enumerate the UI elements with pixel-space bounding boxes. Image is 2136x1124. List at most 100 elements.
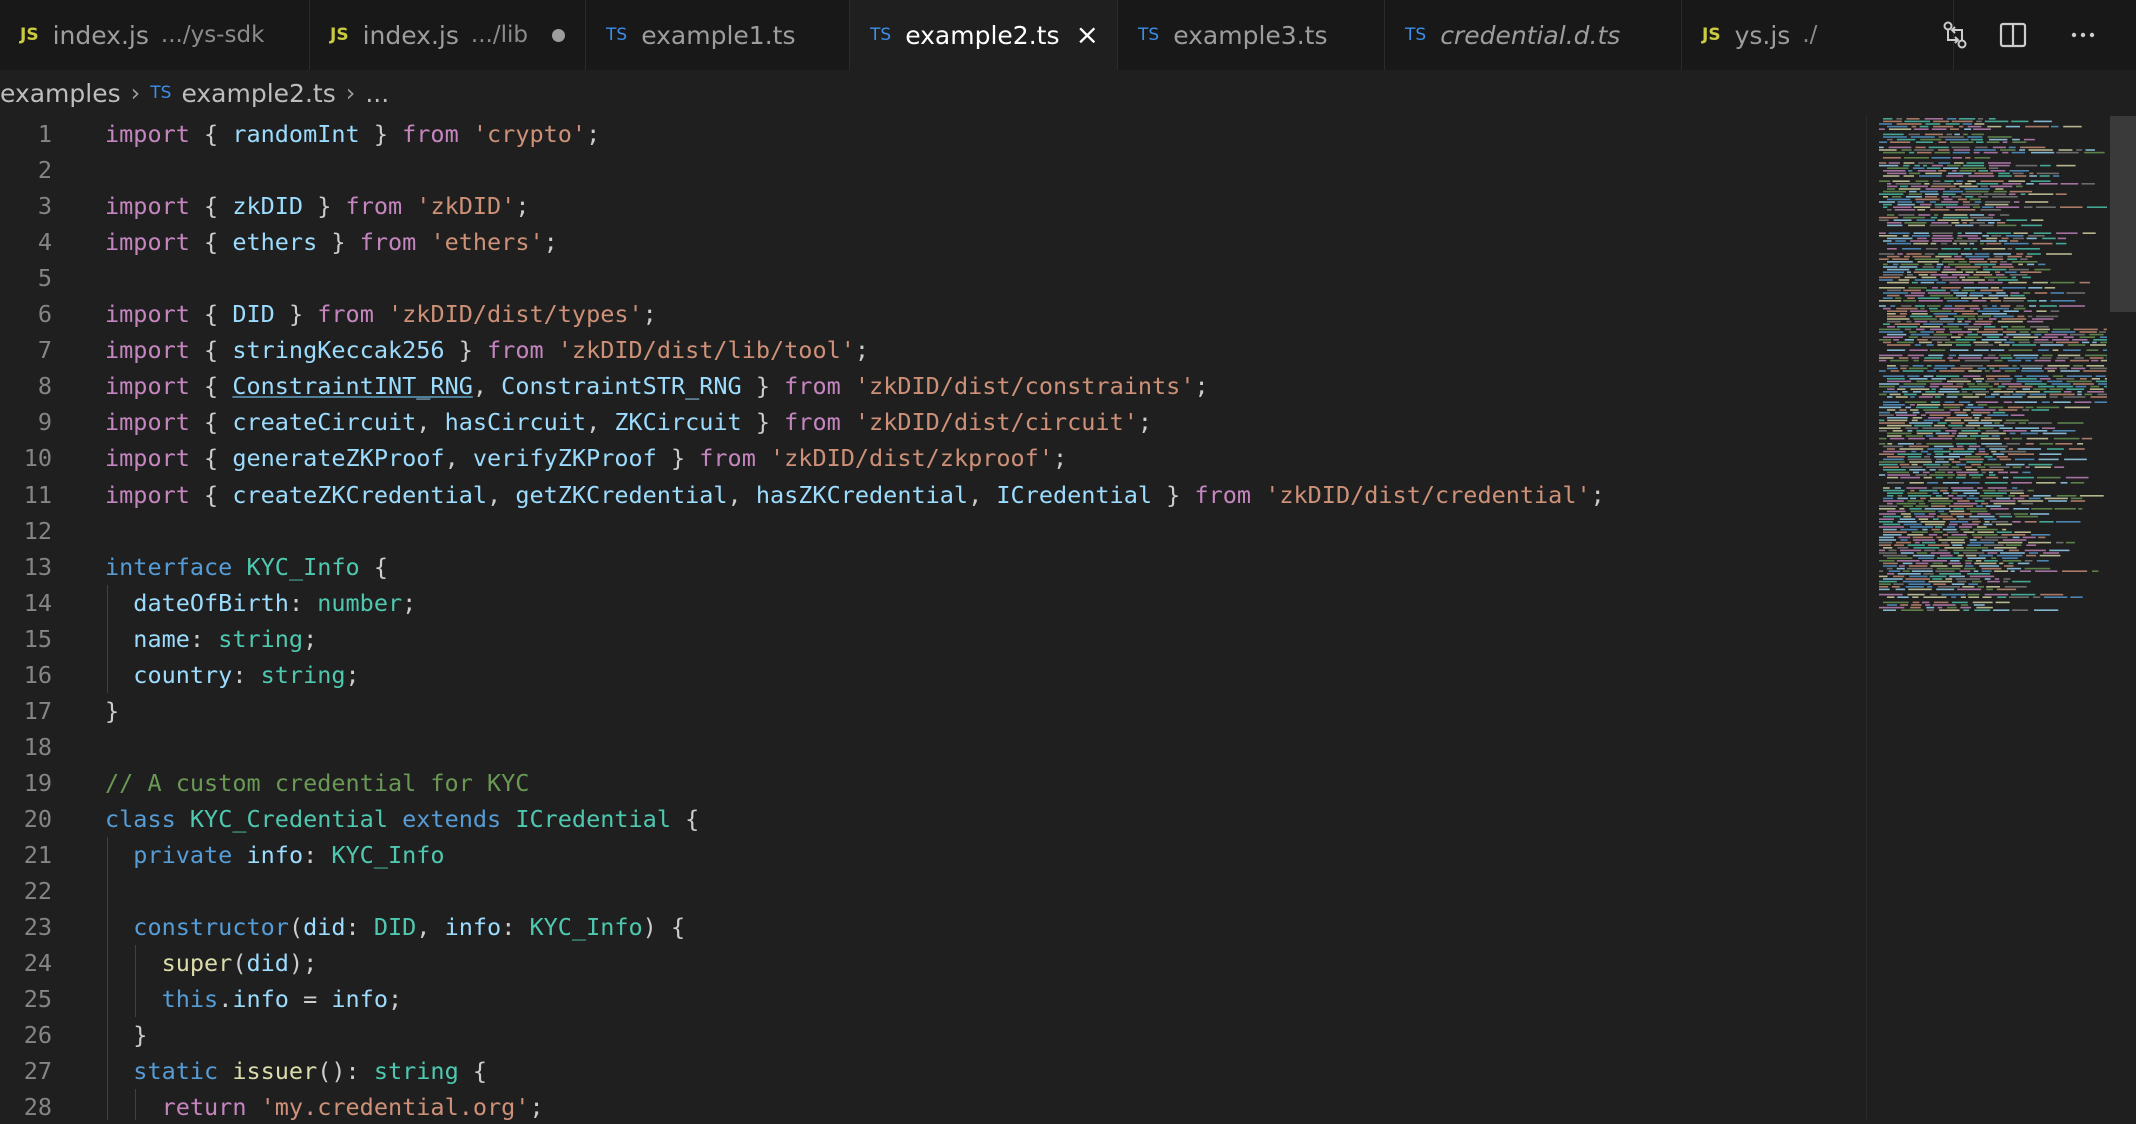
- code-line[interactable]: 2: [0, 152, 1866, 188]
- code-line[interactable]: 20class KYC_Credential extends ICredenti…: [0, 801, 1866, 837]
- code-line[interactable]: 21 private info: KYC_Info: [0, 837, 1866, 873]
- code-line[interactable]: 11import { createZKCredential, getZKCred…: [0, 477, 1866, 513]
- minimap-token: [1879, 128, 1885, 130]
- code-line[interactable]: 22: [0, 873, 1866, 909]
- code-line[interactable]: 17}: [0, 693, 1866, 729]
- minimap-token: [1963, 165, 1984, 167]
- code-text[interactable]: interface KYC_Info {: [105, 549, 388, 585]
- code-line[interactable]: 10import { generateZKProof, verifyZKProo…: [0, 440, 1866, 476]
- minimap-token: [2001, 326, 2008, 328]
- code-line[interactable]: 15 name: string;: [0, 621, 1866, 657]
- code-line[interactable]: 8import { ConstraintINT_RNG, ConstraintS…: [0, 368, 1866, 404]
- code-text[interactable]: super(did);: [105, 945, 317, 981]
- tab-ys-js[interactable]: JSys.js./: [1682, 0, 1954, 70]
- minimap-token: [1911, 136, 1935, 138]
- code-text[interactable]: }: [105, 693, 119, 729]
- code-line[interactable]: 18: [0, 729, 1866, 765]
- code-line[interactable]: 5: [0, 260, 1866, 296]
- code-line[interactable]: 4import { ethers } from 'ethers';: [0, 224, 1866, 260]
- code-text[interactable]: static issuer(): string {: [105, 1053, 487, 1089]
- minimap-token: [1919, 274, 1928, 276]
- minimap-token: [1976, 607, 1992, 609]
- code-line[interactable]: 16 country: string;: [0, 657, 1866, 693]
- tab-index-js[interactable]: JSindex.js.../lib: [310, 0, 586, 70]
- code-editor[interactable]: 1import { randomInt } from 'crypto';23im…: [0, 116, 1866, 1120]
- close-icon[interactable]: ×: [1075, 21, 1098, 49]
- minimap-token: [1930, 383, 1953, 385]
- code-line[interactable]: 19// A custom credential for KYC: [0, 765, 1866, 801]
- minimap-token: [1905, 401, 1927, 403]
- breadcrumb-folder[interactable]: examples: [0, 79, 121, 108]
- code-line[interactable]: 12: [0, 513, 1866, 549]
- minimap[interactable]: [1866, 116, 2111, 1120]
- minimap-token: [1984, 560, 1998, 562]
- code-line[interactable]: 6import { DID } from 'zkDID/dist/types';: [0, 296, 1866, 332]
- code-line[interactable]: 27 static issuer(): string {: [0, 1053, 1866, 1089]
- unsaved-dot-icon[interactable]: [552, 29, 565, 42]
- tab-example2-ts[interactable]: TSexample2.ts×: [850, 0, 1118, 70]
- code-text[interactable]: class KYC_Credential extends ICredential…: [105, 801, 699, 837]
- code-line[interactable]: 13interface KYC_Info {: [0, 549, 1866, 585]
- code-token: import: [105, 228, 190, 256]
- code-text[interactable]: import { createZKCredential, getZKCreden…: [105, 477, 1605, 513]
- code-line[interactable]: 7import { stringKeccak256 } from 'zkDID/…: [0, 332, 1866, 368]
- code-line[interactable]: 28 return 'my.credential.org';: [0, 1089, 1866, 1120]
- minimap-token: [1986, 446, 2008, 448]
- breadcrumb-file[interactable]: example2.ts: [181, 79, 335, 108]
- minimap-token: [2040, 443, 2053, 445]
- minimap-token: [1883, 459, 1904, 461]
- compare-changes-icon[interactable]: [1938, 18, 1972, 52]
- minimap-token: [1935, 570, 1954, 572]
- tab-example1-ts[interactable]: TSexample1.ts: [586, 0, 850, 70]
- minimap-token: [2008, 453, 2034, 455]
- code-line[interactable]: 24 super(did);: [0, 945, 1866, 981]
- minimap-token: [1991, 287, 1999, 289]
- tab-credential-d-ts[interactable]: TScredential.d.ts: [1385, 0, 1682, 70]
- minimap-token: [2030, 513, 2049, 515]
- typescript-file-icon: TS: [870, 25, 891, 45]
- code-text[interactable]: import { stringKeccak256 } from 'zkDID/d…: [105, 332, 869, 368]
- tab-example3-ts[interactable]: TSexample3.ts: [1118, 0, 1385, 70]
- code-text[interactable]: import { createCircuit, hasCircuit, ZKCi…: [105, 404, 1152, 440]
- minimap-token: [1953, 157, 1962, 159]
- code-line[interactable]: 3import { zkDID } from 'zkDID';: [0, 188, 1866, 224]
- minimap-token: [2034, 342, 2054, 344]
- more-actions-icon[interactable]: [2066, 18, 2100, 52]
- tab-index-js[interactable]: JSindex.js.../ys-sdk: [0, 0, 310, 70]
- code-line[interactable]: 9import { createCircuit, hasCircuit, ZKC…: [0, 404, 1866, 440]
- code-text[interactable]: }: [105, 1017, 147, 1053]
- code-token: }: [105, 697, 119, 725]
- code-text[interactable]: import { DID } from 'zkDID/dist/types';: [105, 296, 657, 332]
- split-editor-icon[interactable]: [1996, 18, 2030, 52]
- minimap-token: [1965, 565, 1974, 567]
- code-text[interactable]: constructor(did: DID, info: KYC_Info) {: [105, 909, 685, 945]
- code-text[interactable]: import { zkDID } from 'zkDID';: [105, 188, 530, 224]
- code-line[interactable]: 14 dateOfBirth: number;: [0, 585, 1866, 621]
- minimap-token: [1924, 183, 1929, 185]
- code-line[interactable]: 26 }: [0, 1017, 1866, 1053]
- minimap-token: [1988, 279, 1994, 281]
- code-text[interactable]: import { ConstraintINT_RNG, ConstraintST…: [105, 368, 1209, 404]
- minimap-token: [1917, 219, 1936, 221]
- code-text[interactable]: // A custom credential for KYC: [105, 765, 529, 801]
- code-line[interactable]: 25 this.info = info;: [0, 981, 1866, 1017]
- code-line[interactable]: 1import { randomInt } from 'crypto';: [0, 116, 1866, 152]
- line-number: 5: [0, 260, 52, 296]
- code-text[interactable]: private info: KYC_Info: [105, 837, 445, 873]
- code-text[interactable]: dateOfBirth: number;: [105, 585, 416, 621]
- code-text[interactable]: name: string;: [105, 621, 317, 657]
- minimap-token: [1939, 370, 1964, 372]
- code-text[interactable]: country: string;: [105, 657, 360, 693]
- minimap-token: [1929, 534, 1937, 536]
- minimap-token: [1883, 336, 1903, 338]
- scrollbar-thumb[interactable]: [2110, 116, 2136, 312]
- code-text[interactable]: import { randomInt } from 'crypto';: [105, 116, 600, 152]
- minimap-token: [2006, 235, 2024, 237]
- minimap-token: [1938, 435, 1955, 437]
- breadcrumb-more[interactable]: ...: [365, 79, 389, 108]
- code-line[interactable]: 23 constructor(did: DID, info: KYC_Info)…: [0, 909, 1866, 945]
- code-text[interactable]: import { generateZKProof, verifyZKProof …: [105, 440, 1067, 476]
- code-text[interactable]: return 'my.credential.org';: [105, 1089, 544, 1120]
- code-text[interactable]: this.info = info;: [105, 981, 402, 1017]
- code-text[interactable]: import { ethers } from 'ethers';: [105, 224, 558, 260]
